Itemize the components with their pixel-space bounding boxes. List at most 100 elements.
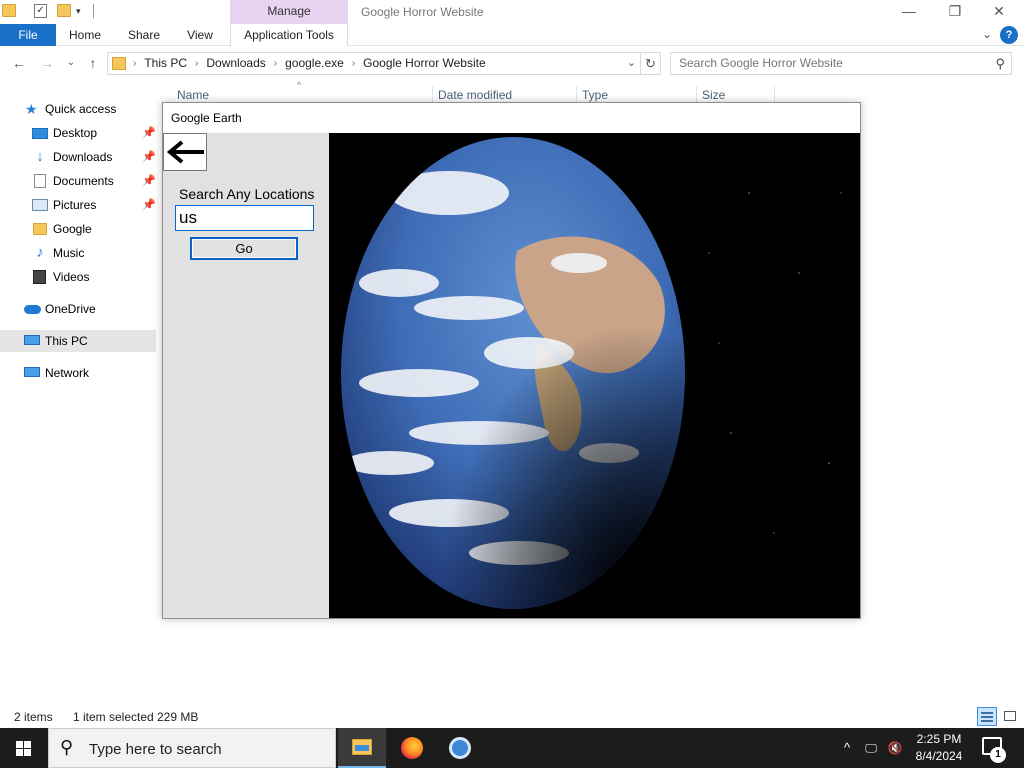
cloud-icon bbox=[24, 305, 41, 314]
notification-badge: 1 bbox=[990, 747, 1006, 763]
customize-toolbar-icon[interactable]: ▾ bbox=[76, 6, 81, 17]
sidebar-item-label: This PC bbox=[45, 334, 88, 348]
folder-icon[interactable] bbox=[2, 4, 16, 17]
breadcrumb-chevron-icon[interactable]: › bbox=[352, 58, 355, 69]
taskbar-search-placeholder: Type here to search bbox=[89, 741, 222, 758]
sidebar-item-network[interactable]: Network bbox=[0, 362, 156, 384]
title-bar: ✓ ▾ Manage Google Horror Website — ❐ ✕ bbox=[0, 0, 1024, 24]
sidebar-item-desktop[interactable]: Desktop 📌 bbox=[0, 122, 156, 144]
breadcrumb-chevron-icon[interactable]: › bbox=[133, 58, 136, 69]
sidebar-item-label: Network bbox=[45, 366, 90, 380]
sidebar-item-videos[interactable]: Videos bbox=[0, 266, 156, 288]
pin-icon[interactable]: 📌 bbox=[142, 122, 156, 144]
sidebar-item-music[interactable]: ♪ Music bbox=[0, 242, 156, 264]
sidebar-item-downloads[interactable]: ↓ Downloads 📌 bbox=[0, 146, 156, 168]
earth-globe-image bbox=[329, 133, 860, 618]
up-arrow-icon[interactable]: ↑ bbox=[84, 54, 102, 72]
taskbar-search[interactable]: ⚲ Type here to search bbox=[48, 728, 336, 768]
tab-file[interactable]: File bbox=[0, 24, 56, 46]
sidebar-item-label: OneDrive bbox=[45, 302, 96, 316]
selection-status: 1 item selected bbox=[73, 710, 154, 724]
address-bar[interactable]: › This PC › Downloads › google.exe › Goo… bbox=[107, 52, 641, 75]
address-row: ← → ⌄ ↑ › This PC › Downloads › google.e… bbox=[0, 50, 1024, 78]
forward-arrow-icon[interactable]: → bbox=[38, 54, 56, 72]
breadcrumb-google-exe[interactable]: google.exe bbox=[285, 56, 344, 70]
sort-ascending-icon: ^ bbox=[297, 80, 302, 90]
sidebar-item-quick-access[interactable]: ★ Quick access bbox=[0, 98, 156, 120]
earth-view[interactable] bbox=[329, 133, 860, 618]
expand-ribbon-icon[interactable]: ⌄ bbox=[982, 27, 992, 41]
search-icon: ⚲ bbox=[60, 737, 74, 757]
document-icon bbox=[34, 174, 46, 188]
go-button[interactable]: Go bbox=[190, 237, 298, 260]
navigation-pane: ★ Quick access Desktop 📌 ↓ Downloads 📌 D… bbox=[0, 96, 160, 396]
sidebar-item-onedrive[interactable]: OneDrive bbox=[0, 298, 156, 320]
recent-locations-icon[interactable]: ⌄ bbox=[62, 54, 80, 72]
tab-share[interactable]: Share bbox=[118, 24, 170, 46]
column-size[interactable]: Size bbox=[702, 88, 725, 102]
close-button[interactable]: ✕ bbox=[976, 0, 1022, 24]
breadcrumb-chevron-icon[interactable]: › bbox=[274, 58, 277, 69]
breadcrumb-downloads[interactable]: Downloads bbox=[206, 56, 265, 70]
sidebar-item-label: Downloads bbox=[53, 150, 113, 164]
music-icon: ♪ bbox=[36, 244, 44, 261]
tab-view[interactable]: View bbox=[178, 24, 222, 46]
large-icons-view-button[interactable] bbox=[1001, 708, 1019, 725]
pin-icon[interactable]: 📌 bbox=[142, 194, 156, 216]
tab-application-tools[interactable]: Application Tools bbox=[230, 24, 348, 46]
details-view-button[interactable] bbox=[977, 707, 997, 726]
pin-icon[interactable]: 📌 bbox=[142, 146, 156, 168]
back-button[interactable] bbox=[163, 133, 207, 171]
clock-time: 2:25 PM bbox=[916, 732, 962, 746]
column-type[interactable]: Type bbox=[582, 88, 608, 102]
minimize-button[interactable]: — bbox=[886, 0, 932, 24]
column-date-modified[interactable]: Date modified bbox=[438, 88, 512, 102]
pin-icon[interactable]: 📌 bbox=[142, 170, 156, 192]
taskbar: ⚲ Type here to search ^ 🖵 🔇 2:25 PM 8/4/… bbox=[0, 728, 1024, 768]
google-earth-window[interactable]: Google Earth Search Any Locations Go bbox=[162, 102, 861, 619]
clock[interactable]: 2:25 PM 8/4/2024 bbox=[908, 731, 970, 765]
new-folder-icon[interactable] bbox=[57, 4, 71, 17]
file-explorer-icon bbox=[352, 739, 372, 755]
sidebar-item-label: Pictures bbox=[53, 198, 97, 212]
properties-icon[interactable]: ✓ bbox=[34, 4, 47, 18]
breadcrumb-this-pc[interactable]: This PC bbox=[144, 56, 187, 70]
search-input[interactable] bbox=[679, 53, 979, 73]
network-icon bbox=[24, 367, 40, 377]
back-arrow-icon bbox=[166, 140, 204, 164]
help-icon[interactable]: ? bbox=[1000, 26, 1018, 44]
address-dropdown-icon[interactable]: ⌄ bbox=[627, 56, 636, 69]
column-name[interactable]: Name bbox=[177, 88, 209, 102]
sidebar-item-pictures[interactable]: Pictures 📌 bbox=[0, 194, 156, 216]
tab-home[interactable]: Home bbox=[60, 24, 110, 46]
desktop-icon bbox=[32, 128, 48, 139]
breadcrumb-google-horror-website[interactable]: Google Horror Website bbox=[363, 56, 486, 70]
item-count: 2 items bbox=[14, 710, 53, 724]
search-box[interactable]: ⚲ bbox=[670, 52, 1012, 75]
sidebar-item-this-pc[interactable]: This PC bbox=[0, 330, 156, 352]
start-button[interactable] bbox=[0, 728, 48, 768]
folder-icon bbox=[112, 57, 126, 70]
browser-icon bbox=[449, 737, 471, 759]
sidebar-item-google[interactable]: Google bbox=[0, 218, 156, 240]
volume-muted-icon[interactable]: 🔇 bbox=[884, 728, 906, 768]
clock-date: 8/4/2024 bbox=[915, 749, 963, 763]
app-window-title: Google Earth bbox=[163, 103, 860, 133]
manage-context-tab[interactable]: Manage bbox=[230, 0, 348, 24]
breadcrumb-chevron-icon[interactable]: › bbox=[195, 58, 198, 69]
selection-size: 229 MB bbox=[157, 710, 199, 724]
back-arrow-icon[interactable]: ← bbox=[10, 54, 28, 72]
refresh-icon[interactable]: ↻ bbox=[641, 52, 661, 75]
maximize-button[interactable]: ❐ bbox=[932, 0, 978, 24]
sidebar-item-label: Music bbox=[53, 246, 85, 260]
location-search-input[interactable] bbox=[175, 205, 314, 231]
toolbar-divider bbox=[93, 4, 94, 18]
status-bar: 2 items 1 item selected 229 MB bbox=[0, 706, 1024, 728]
chrome-taskbar-button[interactable] bbox=[436, 728, 484, 768]
folder-icon bbox=[33, 223, 47, 235]
sidebar-item-documents[interactable]: Documents 📌 bbox=[0, 170, 156, 192]
file-explorer-taskbar-button[interactable] bbox=[338, 728, 386, 768]
show-hidden-icons-icon[interactable]: ^ bbox=[838, 728, 856, 768]
network-status-icon[interactable]: 🖵 bbox=[860, 728, 882, 768]
firefox-taskbar-button[interactable] bbox=[388, 728, 436, 768]
